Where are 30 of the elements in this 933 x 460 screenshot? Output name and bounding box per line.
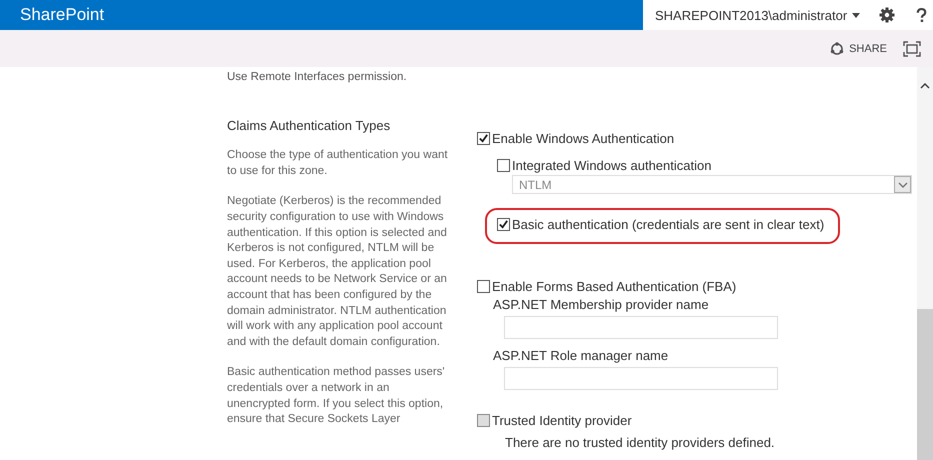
scrollbar-thumb[interactable] [917, 309, 933, 460]
description-text: Negotiate (Kerberos) is the recommended security configuration to use with Windows authentication. If this option is selected and Kerberos is not configured, NTLM will be used. For Kerberos, the application pool account needs to be Network Service or an account that has been configured by the domain administrator. NTLM authentication will work with any application pool account and with the default domain configuration. [227, 194, 448, 350]
checkbox[interactable] [497, 159, 510, 172]
section-title: Claims Authentication Types [227, 118, 392, 134]
checkbox-label: Enable Windows Authentication [492, 131, 674, 146]
share-button[interactable]: SHARE [830, 42, 887, 56]
checkbox-label: Basic authentication (credentials are sent in clear text) [512, 217, 824, 232]
note-text: There are no trusted identity providers defined. [505, 435, 775, 450]
field-label: ASP.NET Role manager name [493, 348, 668, 363]
input-field[interactable] [504, 367, 778, 390]
description-text: Use Remote Interfaces permission. [227, 70, 408, 85]
user-menu[interactable]: SHAREPOINT2013\administrator [655, 8, 848, 22]
scroll-up-icon[interactable] [920, 83, 930, 89]
description-text: Basic authentication method passes users' credentials over a network in an unencrypted form. If you select this option, ensure that Secure Sockets Layer [227, 365, 446, 428]
focus-icon[interactable] [903, 40, 921, 56]
brand-name[interactable]: SharePoint [20, 5, 104, 25]
checkbox[interactable] [477, 280, 490, 293]
checkbox[interactable] [477, 132, 490, 145]
help-icon[interactable] [916, 8, 928, 22]
input-field[interactable] [504, 316, 778, 339]
settings-icon[interactable] [879, 7, 896, 23]
share-icon [830, 42, 844, 56]
checkbox-label: Trusted Identity provider [492, 413, 632, 428]
field-label: ASP.NET Membership provider name [493, 297, 709, 312]
scrollbar[interactable] [917, 67, 933, 460]
description-text: Choose the type of authentication you want to use for this zone. [227, 148, 449, 179]
checkbox[interactable] [497, 218, 510, 231]
checkbox-label: Enable Forms Based Authentication (FBA) [492, 279, 736, 294]
caret-icon [852, 12, 860, 18]
checkbox-label: Integrated Windows authentication [512, 158, 712, 173]
